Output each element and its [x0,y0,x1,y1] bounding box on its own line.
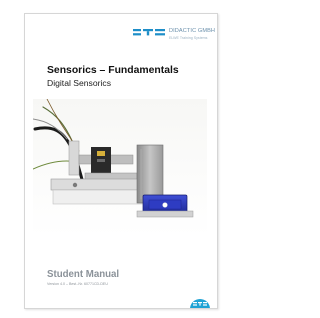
ets-circle-logo-icon [190,299,210,308]
top-logo: DIDACTIC GMBH ELWE Training Systems [133,28,215,48]
cover-photo [33,99,207,237]
logo-subtext: ELWE Training Systems [169,36,208,40]
metal-plate [136,144,164,204]
page-title: Sensorics – Fundamentals [47,65,179,76]
page-subtitle: Digital Sensorics [47,78,111,88]
logo-text: DIDACTIC GMBH [169,28,216,34]
manual-title: Student Manual [47,269,120,280]
blue-holder [136,194,194,218]
version-text: Version 4.0 – Best.-Nr. 60771CD-DEU [47,282,108,286]
document-cover-page: DIDACTIC GMBH ELWE Training Systems Sens… [24,13,218,309]
ets-bars-icon [133,29,165,36]
